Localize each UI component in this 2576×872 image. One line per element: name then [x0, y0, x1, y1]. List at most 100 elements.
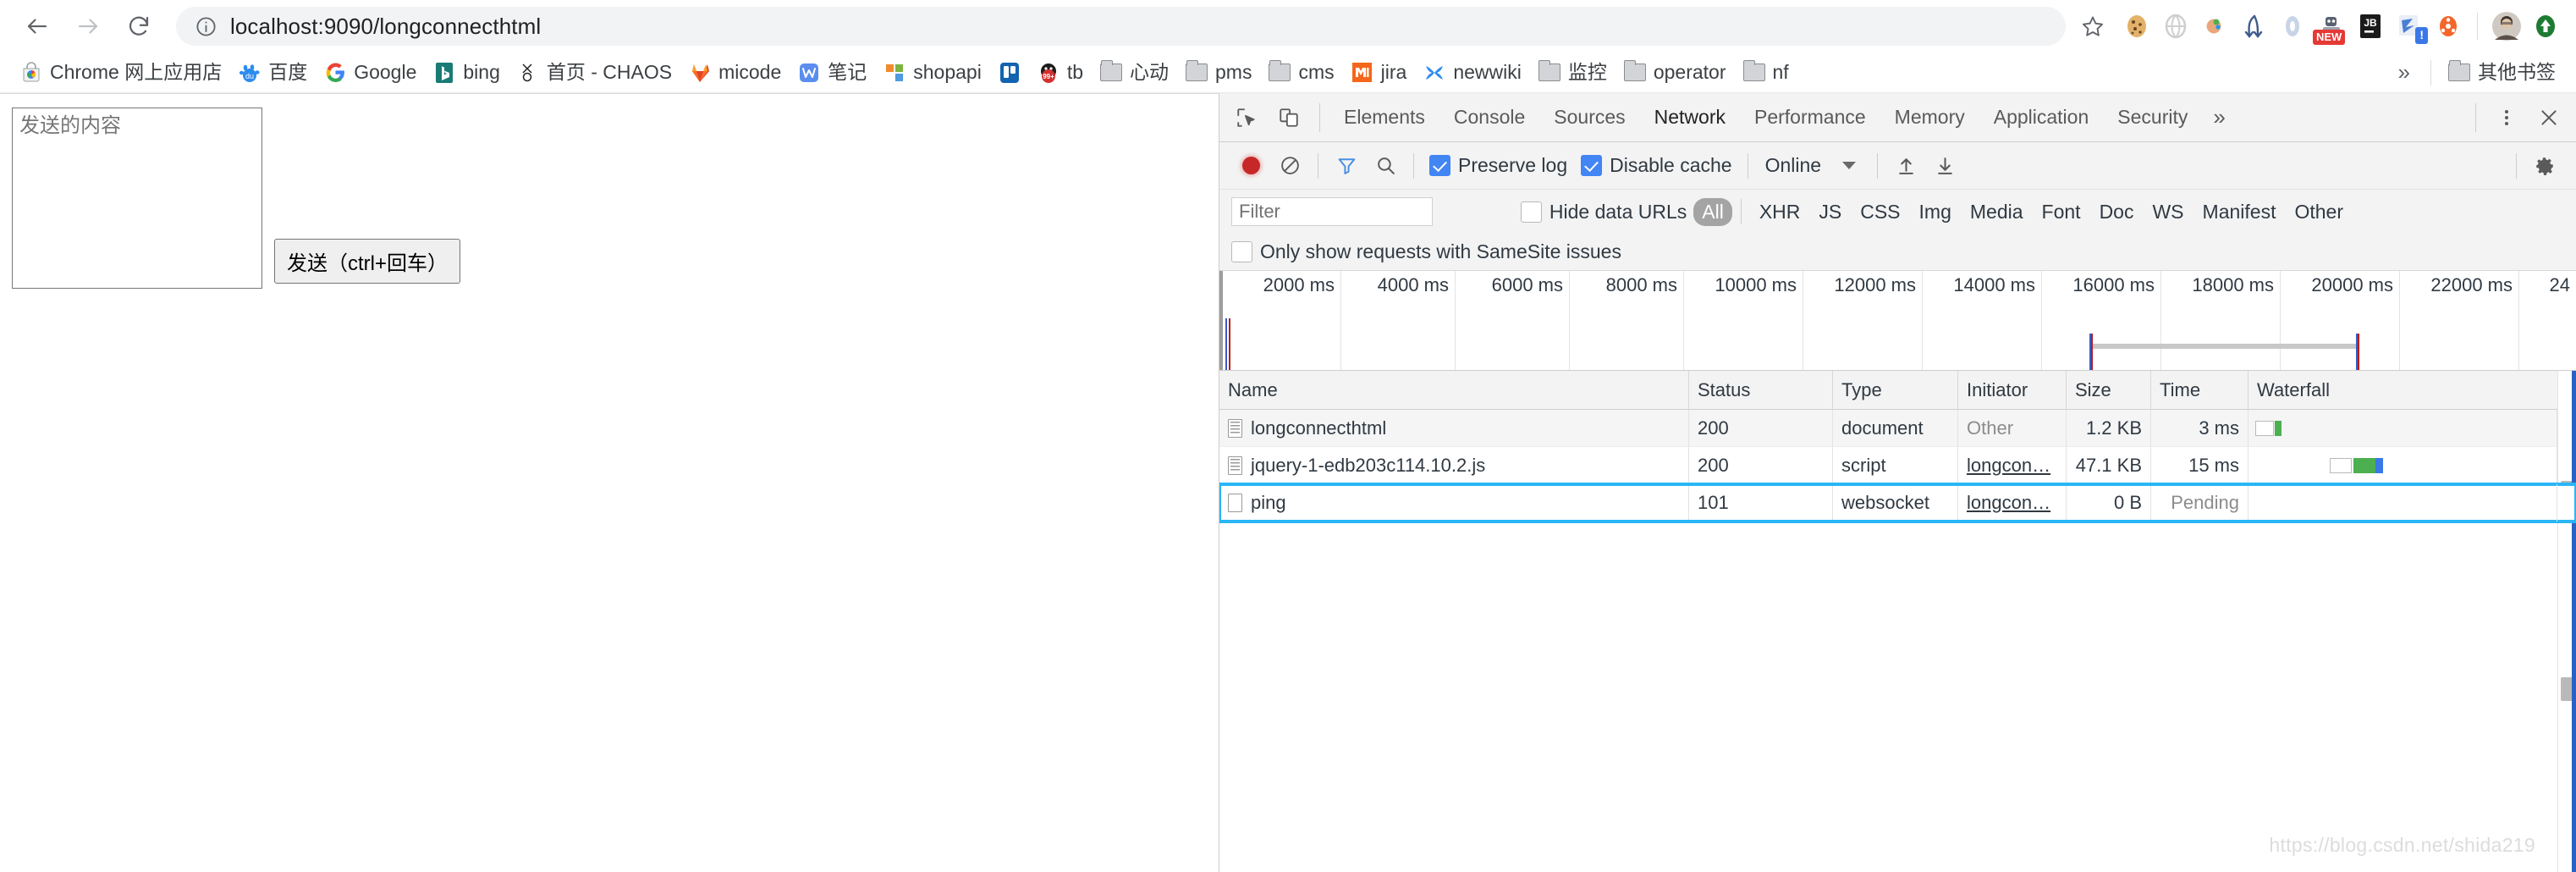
- filter-type-font[interactable]: Font: [2033, 201, 2090, 224]
- waterfall-download-bar: [2353, 457, 2375, 473]
- cell-initiator[interactable]: longcon…: [1958, 483, 2067, 522]
- back-button[interactable]: [14, 3, 61, 50]
- disable-cache-checkbox[interactable]: Disable cache: [1574, 154, 1738, 177]
- filter-type-other[interactable]: Other: [2285, 201, 2353, 224]
- site-info-icon[interactable]: [193, 14, 218, 39]
- forward-button[interactable]: [64, 3, 112, 50]
- bird-extension-icon[interactable]: !: [2392, 9, 2428, 44]
- tab-security[interactable]: Security: [2104, 94, 2201, 141]
- tab-network[interactable]: Network: [1641, 94, 1739, 141]
- filter-type-media[interactable]: Media: [1961, 201, 2033, 224]
- preserve-log-label: Preserve log: [1458, 154, 1568, 176]
- browser-toolbar: localhost:9090/longconnecthtml NEW JB !: [0, 0, 2576, 52]
- clear-network-log-icon[interactable]: [1270, 146, 1309, 185]
- bookmark-newwiki[interactable]: newwiki: [1415, 57, 1530, 89]
- throttling-select[interactable]: Online: [1757, 154, 1830, 177]
- tab-application[interactable]: Application: [1980, 94, 2103, 141]
- filter-funnel-icon[interactable]: [1327, 146, 1366, 185]
- column-header-time[interactable]: Time: [2151, 371, 2248, 410]
- bookmark-folder-cms[interactable]: cms: [1260, 57, 1342, 89]
- bookmark-notes[interactable]: 笔记: [790, 57, 875, 89]
- bookmark-google[interactable]: Google: [316, 57, 425, 89]
- table-row[interactable]: jquery-1-edb203c114.10.2.js 200 script l…: [1219, 446, 2576, 484]
- filter-type-doc[interactable]: Doc: [2090, 201, 2144, 224]
- address-bar[interactable]: localhost:9090/longconnecthtml: [176, 7, 2066, 46]
- cookie-extension-icon[interactable]: [2120, 9, 2154, 43]
- jetbrains-toolbox-icon[interactable]: JB: [2353, 9, 2387, 43]
- record-stop-icon[interactable]: [1231, 146, 1270, 185]
- branch-extension-icon[interactable]: [2237, 9, 2271, 43]
- filter-type-manifest[interactable]: Manifest: [2193, 201, 2286, 224]
- tab-memory[interactable]: Memory: [1881, 94, 1979, 141]
- bookmark-other-bookmarks[interactable]: 其他书签: [2440, 57, 2564, 89]
- filter-input[interactable]: [1231, 197, 1433, 226]
- filter-type-ws[interactable]: WS: [2143, 201, 2193, 224]
- column-header-name[interactable]: Name: [1219, 371, 1689, 410]
- filter-type-css[interactable]: CSS: [1851, 201, 1909, 224]
- close-devtools-icon[interactable]: [2529, 97, 2569, 138]
- tab-console[interactable]: Console: [1440, 94, 1538, 141]
- orange-node-extension-icon[interactable]: [2431, 9, 2465, 43]
- bookmark-micode[interactable]: micode: [680, 57, 790, 89]
- bookmark-bing[interactable]: bing: [425, 57, 508, 89]
- tab-sources[interactable]: Sources: [1540, 94, 1638, 141]
- update-arrow-icon[interactable]: [2529, 9, 2562, 43]
- filter-type-xhr[interactable]: XHR: [1750, 201, 1810, 224]
- import-har-icon[interactable]: [1886, 146, 1925, 185]
- more-options-icon[interactable]: [2486, 97, 2527, 138]
- bookmark-folder-operator[interactable]: operator: [1616, 57, 1735, 89]
- bookmark-chrome-webstore[interactable]: Chrome 网上应用店: [12, 57, 230, 89]
- filter-type-img[interactable]: Img: [1910, 201, 1961, 224]
- preserve-log-checkbox[interactable]: Preserve log: [1423, 154, 1574, 177]
- taobao-icon: 99+: [1038, 62, 1060, 84]
- profile-avatar[interactable]: [2490, 9, 2524, 43]
- brain-extension-icon[interactable]: [2198, 9, 2232, 43]
- bookmark-folder-nf[interactable]: nf: [1735, 57, 1797, 89]
- message-textarea[interactable]: [12, 108, 262, 289]
- column-header-type[interactable]: Type: [1833, 371, 1958, 410]
- bookmark-trello[interactable]: [990, 57, 1029, 89]
- bookmark-tb[interactable]: 99+ tb: [1029, 57, 1092, 89]
- column-header-size[interactable]: Size: [2067, 371, 2151, 410]
- reload-button[interactable]: [115, 3, 162, 50]
- bookmark-star-icon[interactable]: [2074, 8, 2111, 45]
- globe-extension-icon[interactable]: [2159, 9, 2193, 43]
- cell-waterfall-overflow: [2557, 484, 2576, 522]
- ring-extension-icon[interactable]: [2276, 9, 2309, 43]
- search-icon[interactable]: [1366, 146, 1405, 185]
- robot-extension-icon[interactable]: NEW: [2313, 9, 2348, 45]
- cell-initiator[interactable]: longcon…: [1958, 446, 2067, 484]
- bookmark-shopapi[interactable]: shopapi: [875, 57, 990, 89]
- table-row[interactable]: longconnecthtml 200 document Other 1.2 K…: [1219, 409, 2576, 447]
- inspect-element-icon[interactable]: [1226, 97, 1267, 138]
- hide-data-urls-checkbox[interactable]: Hide data URLs: [1514, 201, 1693, 224]
- chevron-down-icon[interactable]: [1830, 146, 1869, 185]
- tab-overflow-button[interactable]: »: [2203, 94, 2235, 141]
- bookmark-chaos[interactable]: 首页 - CHAOS: [509, 57, 680, 89]
- samesite-checkbox[interactable]: Only show requests with SameSite issues: [1231, 240, 1621, 263]
- bookmarks-overflow-button[interactable]: »: [2386, 56, 2422, 89]
- timeline-tick-label: 22000 ms: [2430, 274, 2513, 295]
- export-har-icon[interactable]: [1925, 146, 1964, 185]
- bookmark-folder-pms[interactable]: pms: [1177, 57, 1260, 89]
- network-timeline-overview[interactable]: 2000 ms 4000 ms 6000 ms 8000 ms 10000 ms…: [1219, 271, 2576, 371]
- filter-type-all[interactable]: All: [1693, 197, 1732, 226]
- cell-name[interactable]: jquery-1-edb203c114.10.2.js: [1219, 446, 1689, 484]
- tab-performance[interactable]: Performance: [1741, 94, 1880, 141]
- device-toolbar-icon[interactable]: [1269, 97, 1309, 138]
- bookmark-jira[interactable]: jira: [1343, 57, 1416, 89]
- column-header-status[interactable]: Status: [1689, 371, 1833, 410]
- tab-elements[interactable]: Elements: [1330, 94, 1439, 141]
- send-button[interactable]: 发送（ctrl+回车）: [274, 239, 461, 284]
- column-header-waterfall[interactable]: Waterfall: [2248, 371, 2557, 410]
- network-settings-gear-icon[interactable]: [2525, 146, 2564, 185]
- filter-type-js[interactable]: JS: [1809, 201, 1851, 224]
- bookmark-baidu[interactable]: du 百度: [230, 57, 316, 89]
- timeline-tick-label: 20000 ms: [2311, 274, 2393, 295]
- table-row[interactable]: ping 101 websocket longcon… 0 B Pending: [1219, 483, 2576, 523]
- cell-name[interactable]: longconnecthtml: [1219, 409, 1689, 447]
- bookmark-folder-jiankong[interactable]: 监控: [1530, 57, 1616, 89]
- bookmark-folder-xindong[interactable]: 心动: [1092, 57, 1177, 89]
- column-header-initiator[interactable]: Initiator: [1958, 371, 2067, 410]
- cell-name[interactable]: ping: [1219, 483, 1689, 522]
